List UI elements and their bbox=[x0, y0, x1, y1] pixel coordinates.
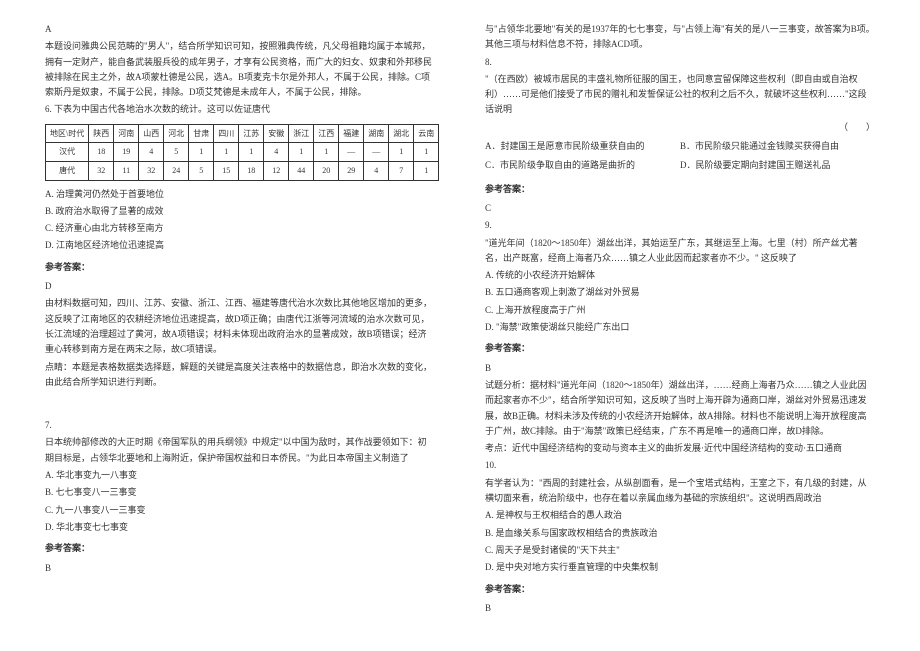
table-cell: 29 bbox=[339, 161, 364, 180]
q10-option-c: C. 周天子是受封诸侯的"天下共主" bbox=[485, 543, 875, 558]
table-header: 河北 bbox=[164, 124, 189, 143]
answer-6-letter: D bbox=[45, 279, 435, 294]
answer-6-explanation-1: 由材料数据可知，四川、江苏、安徽、浙江、江西、福建等唐代治水次数比其他地区增加的… bbox=[45, 296, 435, 357]
table-cell: 1 bbox=[289, 143, 314, 162]
table-header: 山西 bbox=[139, 124, 164, 143]
q7-option-b: B. 七七事变八一三事变 bbox=[45, 485, 435, 500]
answer-label: 参考答案： bbox=[485, 341, 875, 356]
table-cell: — bbox=[339, 143, 364, 162]
question-7-stem: 日本统帅部修改的大正时期《帝国军队的用兵纲领》中规定"以中国为敌时，其作战要领如… bbox=[45, 435, 435, 466]
table-cell: 32 bbox=[139, 161, 164, 180]
table-cell: 1 bbox=[389, 143, 414, 162]
q6-option-b: B. 政府治水取得了显著的成效 bbox=[45, 204, 435, 219]
question-10-stem: 有学者认为："西周的封建社会，从纵剖面看，是一个宝塔式结构，王室之下，有几级的封… bbox=[485, 476, 875, 507]
table-cell: 4 bbox=[264, 143, 289, 162]
table-header-region: 地区\时代 bbox=[46, 124, 89, 143]
q8-option-b: B．市民阶级只能通过金钱赎买获得自由 bbox=[680, 139, 875, 154]
answer-label: 参考答案： bbox=[485, 582, 875, 597]
answer-9-letter: B bbox=[485, 361, 875, 376]
table-cell: 24 bbox=[164, 161, 189, 180]
q7-option-a: A. 华北事变九一八事变 bbox=[45, 468, 435, 483]
question-9-stem: "道光年间（1820～1850年）湖丝出洋，其始运至广东，其继运至上海。七里（村… bbox=[485, 236, 875, 267]
table-cell: 1 bbox=[214, 143, 239, 162]
table-cell: 1 bbox=[189, 143, 214, 162]
q7-option-c: C. 九一八事变八一三事变 bbox=[45, 503, 435, 518]
answer-8-letter: C bbox=[485, 201, 875, 216]
table-cell: 5 bbox=[189, 161, 214, 180]
q9-option-a: A. 传统的小农经济开始解体 bbox=[485, 268, 875, 283]
table-cell: 32 bbox=[89, 161, 114, 180]
question-8-blank: （ ） bbox=[485, 120, 875, 135]
table-cell: 1 bbox=[239, 143, 264, 162]
table-header: 湖南 bbox=[364, 124, 389, 143]
table-header: 江西 bbox=[314, 124, 339, 143]
table-cell: 20 bbox=[314, 161, 339, 180]
q9-option-d: D. "海禁"政策使湖丝只能经广东出口 bbox=[485, 320, 875, 335]
table-row: 唐代 32 11 32 24 5 15 18 12 44 20 29 4 7 1 bbox=[46, 161, 439, 180]
table-header: 福建 bbox=[339, 124, 364, 143]
question-8-stem: "（在西欧）被城市居民的丰盛礼物所征服的国王，也同意宣留保障这些权利（即自由或自… bbox=[485, 72, 875, 118]
table-header: 安徽 bbox=[264, 124, 289, 143]
q9-option-b: B. 五口通商客观上刺激了湖丝对外贸易 bbox=[485, 285, 875, 300]
table-header: 四川 bbox=[214, 124, 239, 143]
answer-7-explanation: 与"占领华北要地"有关的是1937年的七七事变，与"占领上海"有关的是八一三事变… bbox=[485, 22, 875, 53]
table-header: 浙江 bbox=[289, 124, 314, 143]
table-cell: 19 bbox=[114, 143, 139, 162]
row-label-han: 汉代 bbox=[46, 143, 89, 162]
table-cell: 7 bbox=[389, 161, 414, 180]
answer-label: 参考答案： bbox=[45, 260, 435, 275]
table-cell: 4 bbox=[139, 143, 164, 162]
table-cell: 4 bbox=[364, 161, 389, 180]
answer-7-letter: B bbox=[45, 561, 435, 576]
q8-option-c: C．市民阶级争取自由的道路是曲折的 bbox=[485, 158, 680, 173]
q6-option-d: D. 江南地区经济地位迅速提高 bbox=[45, 238, 435, 253]
table-cell: 15 bbox=[214, 161, 239, 180]
answer-10-letter: B bbox=[485, 601, 875, 616]
q8-option-a: A．封建国王是愿意市民阶级重获自由的 bbox=[485, 139, 680, 154]
row-label-tang: 唐代 bbox=[46, 161, 89, 180]
question-10-number: 10. bbox=[485, 458, 875, 473]
answer-5-explanation: 本题设问雅典公民范畴的"男人"，结合所学知识可知，按照雅典传统，凡父母祖籍均属于… bbox=[45, 39, 435, 100]
table-header: 湖北 bbox=[389, 124, 414, 143]
table-cell: 12 bbox=[264, 161, 289, 180]
table-header: 河南 bbox=[114, 124, 139, 143]
answer-label: 参考答案： bbox=[45, 541, 435, 556]
q7-option-d: D. 华北事变七七事变 bbox=[45, 520, 435, 535]
table-cell: 44 bbox=[289, 161, 314, 180]
table-cell: 11 bbox=[114, 161, 139, 180]
table-cell: — bbox=[364, 143, 389, 162]
water-governance-table: 地区\时代 陕西 河南 山西 河北 甘肃 四川 江苏 安徽 浙江 江西 福建 湖… bbox=[45, 124, 439, 181]
question-6-stem: 6. 下表为中国古代各地治水次数的统计。这可以佐证唐代 bbox=[45, 102, 435, 117]
q9-option-c: C. 上海开放程度高于广州 bbox=[485, 303, 875, 318]
question-7-number: 7. bbox=[45, 418, 435, 433]
table-cell: 18 bbox=[239, 161, 264, 180]
answer-label: 参考答案： bbox=[485, 182, 875, 197]
table-header: 陕西 bbox=[89, 124, 114, 143]
table-header: 云南 bbox=[414, 124, 439, 143]
table-row: 汉代 18 19 4 5 1 1 1 4 1 1 — — 1 1 bbox=[46, 143, 439, 162]
q8-option-d: D．民阶级要定期向封建国王赠送礼品 bbox=[680, 158, 875, 173]
q10-option-d: D. 是中央对地方实行垂直管理的中央集权制 bbox=[485, 560, 875, 575]
answer-9-explanation-1: 试题分析：据材料"道光年间（1820～1850年）湖丝出洋，……经商上海者乃众…… bbox=[485, 378, 875, 439]
table-cell: 18 bbox=[89, 143, 114, 162]
table-cell: 1 bbox=[414, 143, 439, 162]
table-header: 甘肃 bbox=[189, 124, 214, 143]
answer-5-letter: A bbox=[45, 22, 435, 37]
answer-9-explanation-2: 考点：近代中国经济结构的变动与资本主义的曲折发展·近代中国经济结构的变动·五口通… bbox=[485, 441, 875, 456]
q6-option-c: C. 经济重心由北方转移至南方 bbox=[45, 221, 435, 236]
table-cell: 1 bbox=[414, 161, 439, 180]
question-9-number: 9. bbox=[485, 218, 875, 233]
q10-option-a: A. 是神权与王权相结合的愚人政治 bbox=[485, 508, 875, 523]
question-8-number: 8. bbox=[485, 55, 875, 70]
q10-option-b: B. 是血缘关系与国家政权相结合的贵族政治 bbox=[485, 526, 875, 541]
answer-6-explanation-2: 点睛：本题是表格数据类选择题，解题的关键是高度关注表格中的数据信息，即治水次数的… bbox=[45, 360, 435, 391]
table-cell: 5 bbox=[164, 143, 189, 162]
table-cell: 1 bbox=[314, 143, 339, 162]
q6-option-a: A. 治理黄河仍然处于首要地位 bbox=[45, 187, 435, 202]
table-header: 江苏 bbox=[239, 124, 264, 143]
